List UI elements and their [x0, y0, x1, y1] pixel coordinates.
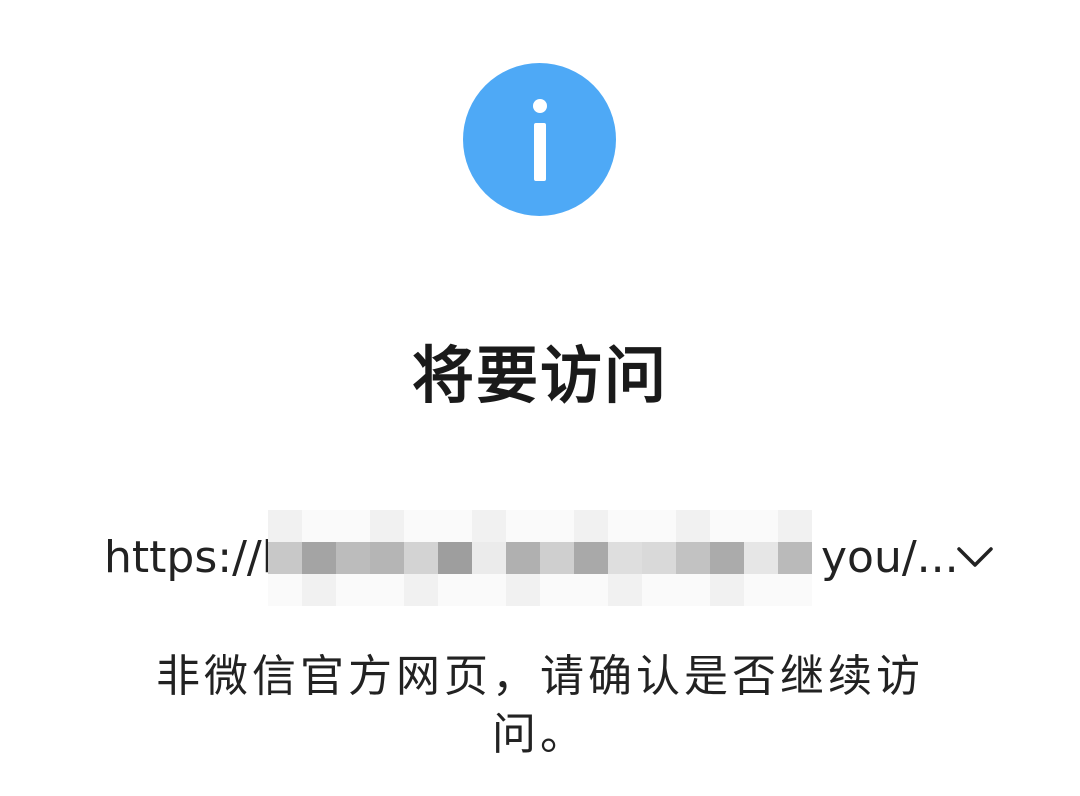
mosaic-cell: [744, 542, 778, 574]
mosaic-cell: [370, 510, 404, 542]
mosaic-cell: [472, 510, 506, 542]
mosaic-cell: [268, 542, 302, 574]
url-redaction-mosaic: [268, 510, 818, 606]
mosaic-cell: [778, 542, 812, 574]
mosaic-cell: [438, 542, 472, 574]
mosaic-cell: [574, 574, 608, 606]
mosaic-cell: [778, 574, 812, 606]
mosaic-cell: [608, 510, 642, 542]
mosaic-cell: [302, 510, 336, 542]
info-icon-stem: [534, 123, 546, 181]
mosaic-cell: [778, 510, 812, 542]
mosaic-cell: [744, 574, 778, 606]
mosaic-cell: [268, 510, 302, 542]
mosaic-cell: [710, 542, 744, 574]
mosaic-cell: [506, 510, 540, 542]
mosaic-cell: [472, 542, 506, 574]
mosaic-cell: [540, 510, 574, 542]
mosaic-cell: [404, 510, 438, 542]
mosaic-cell: [642, 574, 676, 606]
chevron-down-icon[interactable]: [956, 544, 994, 570]
mosaic-cell: [438, 510, 472, 542]
mosaic-cell: [676, 574, 710, 606]
mosaic-cell: [506, 542, 540, 574]
mosaic-cell: [642, 510, 676, 542]
mosaic-cell: [540, 574, 574, 606]
mosaic-cell: [336, 574, 370, 606]
mosaic-cell: [574, 510, 608, 542]
url-display[interactable]: https://k you/...: [104, 510, 1004, 606]
warning-message: 非微信官方网页，请确认是否继续访问。: [156, 651, 924, 760]
mosaic-cell: [676, 510, 710, 542]
mosaic-cell: [302, 574, 336, 606]
info-icon-dot: [533, 99, 547, 113]
mosaic-cell: [370, 542, 404, 574]
mosaic-cell: [710, 510, 744, 542]
mosaic-cell: [370, 574, 404, 606]
mosaic-cell: [302, 542, 336, 574]
dialog-title: 将要访问: [411, 339, 668, 412]
mosaic-cell: [744, 510, 778, 542]
mosaic-cell: [404, 542, 438, 574]
mosaic-cell: [540, 542, 574, 574]
mosaic-cell: [268, 574, 302, 606]
url-suffix: you/...: [821, 532, 959, 583]
mosaic-cell: [438, 574, 472, 606]
mosaic-cell: [608, 574, 642, 606]
mosaic-cell: [676, 542, 710, 574]
mosaic-cell: [574, 542, 608, 574]
url-prefix: https://k: [104, 532, 288, 583]
mosaic-cell: [404, 574, 438, 606]
mosaic-cell: [472, 574, 506, 606]
info-icon: [463, 63, 616, 216]
mosaic-cell: [608, 542, 642, 574]
mosaic-cell: [642, 542, 676, 574]
mosaic-cell: [336, 542, 370, 574]
mosaic-cell: [710, 574, 744, 606]
mosaic-cell: [506, 574, 540, 606]
mosaic-cell: [336, 510, 370, 542]
